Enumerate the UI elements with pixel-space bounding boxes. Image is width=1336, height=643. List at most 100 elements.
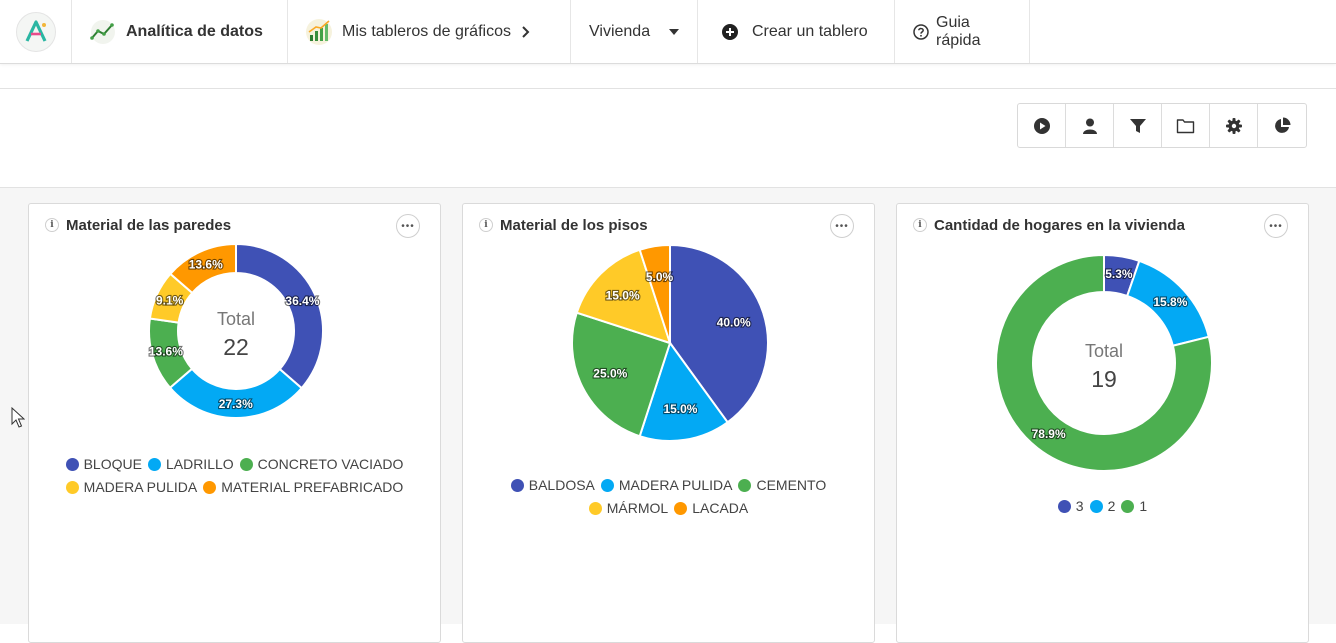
legend-swatch xyxy=(147,458,161,471)
legend-label: CEMENTO xyxy=(756,477,827,493)
legend-swatch xyxy=(203,481,217,494)
mouse-cursor-icon xyxy=(11,406,26,434)
info-icon[interactable]: i xyxy=(479,218,493,232)
folder-button[interactable] xyxy=(1162,104,1210,147)
slice-label-madera-pulida: 9.1% xyxy=(156,294,184,308)
nav-my-boards[interactable]: Mis tableros de gráficos xyxy=(288,0,571,63)
chart-type-button[interactable] xyxy=(1258,104,1306,147)
app-logo[interactable] xyxy=(0,0,72,63)
households-donut-chart: 5.3% 15.8% 78.9% Total 19 xyxy=(995,253,1213,472)
chart-legend: BALDOSA MADERA PULIDA CEMENTO MÁRMOL LACADA xyxy=(473,475,864,521)
floors-pie-chart: 40.0% 15.0% 25.0% 15.0% 5.0% xyxy=(571,244,769,442)
chart-card-walls: i Material de las paredes ••• 36.4% 27.3%… xyxy=(28,203,441,643)
legend-item-ladrillo[interactable]: LADRILLO xyxy=(147,454,234,475)
nav-analytics[interactable]: Analítica de datos xyxy=(72,0,288,63)
slice-label-marmol: 15.0% xyxy=(606,289,640,303)
more-options-button[interactable]: ••• xyxy=(396,214,420,238)
legend-swatch xyxy=(1121,500,1135,513)
legend-item-material-prefabricado[interactable]: MATERIAL PREFABRICADO xyxy=(203,477,403,498)
card-header: i Material de las paredes ••• xyxy=(45,214,424,238)
caret-down-icon xyxy=(669,28,679,35)
nav-my-boards-label: Mis tableros de gráficos xyxy=(342,22,511,40)
slice-label-baldosa: 40.0% xyxy=(717,315,751,329)
settings-button[interactable] xyxy=(1210,104,1258,147)
slice-label-ladrillo: 27.3% xyxy=(219,397,253,411)
dashboard-toolbar xyxy=(1017,103,1307,148)
legend-item-1[interactable]: 1 xyxy=(1121,496,1147,517)
legend-item-cemento[interactable]: CEMENTO xyxy=(738,475,826,496)
bar-chart-icon xyxy=(304,18,334,46)
legend-label: BALDOSA xyxy=(528,477,595,493)
legend-item-bloque[interactable]: BLOQUE xyxy=(65,454,142,475)
center-total-label: Total xyxy=(1085,341,1123,361)
quick-guide-label: Guia rápida xyxy=(936,13,981,49)
chart-legend: 3 2 1 xyxy=(907,496,1298,519)
center-total-value: 22 xyxy=(223,334,249,360)
slice-label-cemento: 25.0% xyxy=(593,366,627,380)
quick-guide-button[interactable]: Guia rápida xyxy=(895,0,1030,63)
info-icon[interactable]: i xyxy=(913,218,927,232)
legend-item-madera-pulida[interactable]: MADERA PULIDA xyxy=(65,477,197,498)
legend-label: 2 xyxy=(1107,498,1116,514)
chevron-right-icon xyxy=(521,25,531,38)
card-header: i Material de los pisos ••• xyxy=(479,214,858,238)
more-options-button[interactable]: ••• xyxy=(830,214,854,238)
legend-item-madera-pulida[interactable]: MADERA PULIDA xyxy=(600,475,732,496)
legend-swatch xyxy=(674,502,688,515)
legend-item-3[interactable]: 3 xyxy=(1057,496,1084,517)
dataset-dropdown-label: Vivienda xyxy=(589,22,651,40)
user-button[interactable] xyxy=(1066,104,1114,147)
slice-label-material-prefabricado: 13.6% xyxy=(189,258,223,272)
play-icon xyxy=(1033,117,1051,135)
folder-icon xyxy=(1176,118,1195,134)
legend-swatch xyxy=(1057,500,1071,513)
slice-label-2: 15.8% xyxy=(1153,295,1187,309)
legend-label: 3 xyxy=(1075,498,1084,514)
card-header: i Cantidad de hogares en la vivienda ••• xyxy=(913,214,1292,238)
app-logo-icon xyxy=(15,11,56,52)
card-title: Material de los pisos xyxy=(500,216,648,234)
legend-label: LADRILLO xyxy=(165,456,234,472)
filter-button[interactable] xyxy=(1114,104,1162,147)
legend-item-baldosa[interactable]: BALDOSA xyxy=(510,475,595,496)
card-title: Material de las paredes xyxy=(66,216,232,234)
user-icon xyxy=(1081,117,1099,135)
more-options-button[interactable]: ••• xyxy=(1264,214,1288,238)
legend-label: MÁRMOL xyxy=(606,500,669,516)
slice-label-3: 5.3% xyxy=(1105,267,1133,281)
legend-swatch xyxy=(239,458,253,471)
legend-item-marmol[interactable]: MÁRMOL xyxy=(588,498,669,519)
slice-label-bloque: 36.4% xyxy=(285,294,319,308)
legend-item-2[interactable]: 2 xyxy=(1089,496,1116,517)
pie-chart-icon xyxy=(1273,117,1291,135)
dataset-dropdown[interactable]: Vivienda xyxy=(571,0,698,63)
chart-card-floors: i Material de los pisos ••• 40.0% 15.0% 25… xyxy=(462,203,875,643)
legend-swatch xyxy=(510,479,524,492)
legend-swatch xyxy=(588,502,602,515)
slice-label-madera-pulida: 15.0% xyxy=(663,402,697,416)
legend-label: BLOQUE xyxy=(83,456,142,472)
info-icon[interactable]: i xyxy=(45,218,59,232)
legend-item-concreto-vaciado[interactable]: CONCRETO VACIADO xyxy=(239,454,404,475)
plus-circle-icon xyxy=(722,23,738,40)
walls-donut-chart: 36.4% 27.3% 13.6% 9.1% 13.6% Total 22 xyxy=(148,244,324,419)
legend-label: MATERIAL PREFABRICADO xyxy=(221,479,404,495)
filter-icon xyxy=(1129,117,1147,135)
play-button[interactable] xyxy=(1018,104,1066,147)
center-total-label: Total xyxy=(217,309,255,329)
create-board-button[interactable]: Crear un tablero xyxy=(698,0,895,63)
top-navigation-bar: Analítica de datos Mis tableros de gráfi… xyxy=(0,0,1336,64)
nav-analytics-label: Analítica de datos xyxy=(126,22,263,40)
legend-label: LACADA xyxy=(692,500,749,516)
card-title: Cantidad de hogares en la vivienda xyxy=(934,216,1185,234)
trend-line-icon xyxy=(88,19,118,45)
gear-icon xyxy=(1225,117,1243,135)
slice-label-1: 78.9% xyxy=(1032,427,1066,441)
legend-swatch xyxy=(600,479,614,492)
legend-item-lacada[interactable]: LACADA xyxy=(674,498,748,519)
legend-label: CONCRETO VACIADO xyxy=(257,456,404,472)
legend-swatch xyxy=(1089,500,1103,513)
chart-card-households: i Cantidad de hogares en la vivienda •••… xyxy=(896,203,1309,643)
legend-label: 1 xyxy=(1139,498,1148,514)
chart-legend: BLOQUE LADRILLO CONCRETO VACIADO MADERA PUL… xyxy=(39,454,430,500)
